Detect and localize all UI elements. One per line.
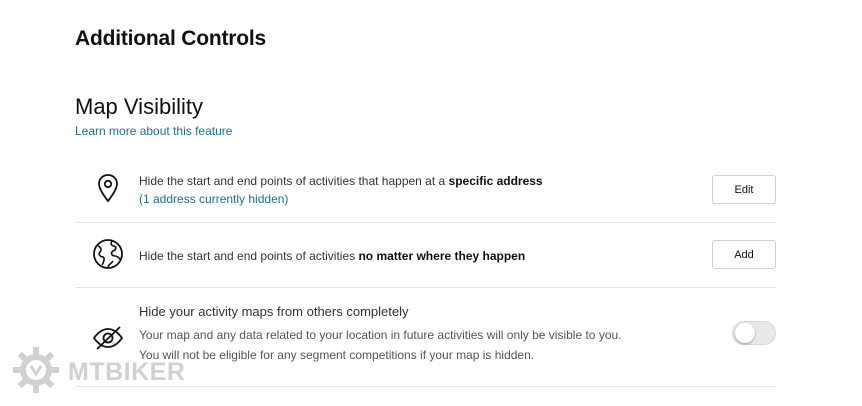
privacy-controls-page: Additional Controls Map Visibility Learn…	[0, 0, 862, 406]
hide-maps-toggle[interactable]	[732, 321, 776, 345]
location-pin-icon	[91, 171, 125, 205]
specific-address-text: Hide the start and end points of activit…	[139, 172, 543, 208]
mtbiker-watermark: MTBIKER	[12, 346, 186, 399]
hidden-address-count: (1 address currently hidden)	[139, 192, 289, 206]
section-title: Additional Controls	[75, 27, 267, 50]
specific-address-description: Hide the start and end points of activit…	[139, 174, 449, 188]
map-visibility-title: Map Visibility	[75, 94, 203, 119]
hide-maps-desc-line2: You will not be eligible for any segment…	[139, 348, 535, 362]
globe-icon	[91, 237, 125, 271]
gear-logo-icon	[12, 346, 60, 399]
everywhere-bold: no matter where they happen	[358, 249, 526, 263]
hide-maps-title: Hide your activity maps from others comp…	[139, 304, 409, 319]
edit-button[interactable]: Edit	[712, 175, 776, 204]
hide-maps-desc-line1: Your map and any data related to your lo…	[139, 328, 622, 342]
everywhere-description: Hide the start and end points of activit…	[139, 249, 359, 263]
everywhere-text: Hide the start and end points of activit…	[139, 247, 525, 265]
watermark-text: MTBIKER	[68, 357, 186, 386]
learn-more-link[interactable]: Learn more about this feature	[75, 124, 232, 138]
hide-specific-address-row: Hide the start and end points of activit…	[75, 157, 776, 223]
toggle-knob	[735, 323, 755, 343]
specific-address-bold: specific address	[448, 174, 543, 188]
add-button[interactable]: Add	[712, 240, 776, 269]
hide-maps-text: Hide your activity maps from others comp…	[139, 303, 622, 365]
hide-everywhere-row: Hide the start and end points of activit…	[75, 223, 776, 288]
